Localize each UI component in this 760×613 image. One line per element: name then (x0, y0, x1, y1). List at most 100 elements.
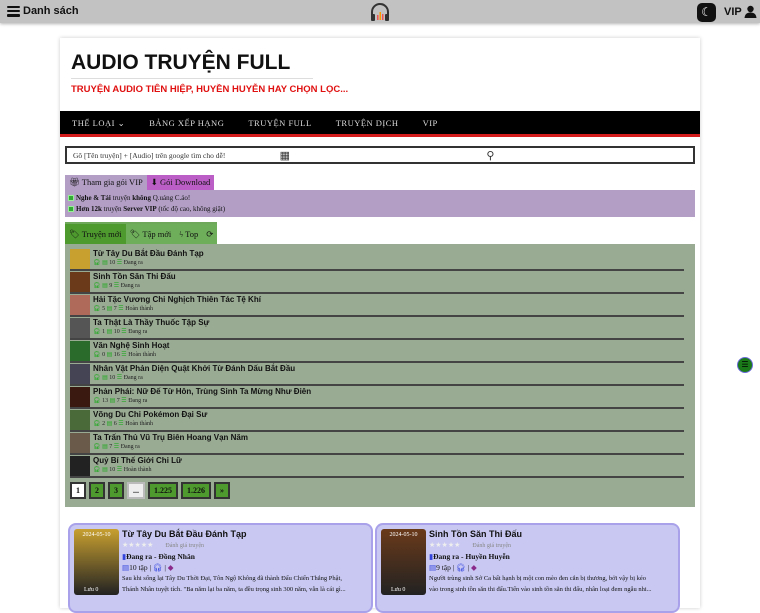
list-icon: ☰ (121, 329, 127, 335)
story-title[interactable]: Võng Du Chi Pokémon Đại Sư (93, 410, 207, 420)
vip-account-button[interactable]: VIP (724, 5, 757, 18)
listen-count: 2 (102, 421, 106, 427)
headphones-icon[interactable]: 🎧︎ (153, 563, 163, 572)
list-icon: ☰ (113, 283, 120, 289)
vip-note: Nghe & Tải truyện không Q.uảng C.áo! (68, 193, 692, 204)
story-title[interactable]: Sinh Tồn Săn Thi Đấu (93, 272, 176, 282)
list-icon: ☰ (116, 467, 123, 473)
headphones-icon[interactable]: 🎧︎ (456, 563, 466, 572)
story-list-item[interactable]: Phản Phái: Nữ Đế Từ Hôn, Trùng Sinh Ta M… (70, 386, 684, 409)
tab-new-stories[interactable]: 🏷︎ Truyện mới (65, 224, 126, 244)
page-button[interactable]: » (214, 482, 230, 499)
file-icon: ▤ (102, 444, 108, 450)
nav-truyen-dich[interactable]: TRUYỆN DỊCH (324, 111, 411, 134)
card-title[interactable]: Sinh Tồn Săn Thi Đấu (429, 529, 674, 540)
tab-new-episodes[interactable]: 🏷︎ Tập mới (125, 224, 176, 244)
story-thumbnail[interactable] (70, 294, 90, 315)
story-list-item[interactable]: Ta Trấn Thủ Vũ Trụ Biên Hoang Vạn Năm 🎧︎… (70, 432, 684, 455)
story-thumbnail[interactable] (70, 386, 90, 407)
story-title[interactable]: Văn Nghệ Sinh Hoạt (93, 341, 169, 351)
card-title[interactable]: Từ Tây Du Bắt Đầu Đánh Tạp (122, 529, 367, 540)
story-list-item[interactable]: Võng Du Chi Pokémon Đại Sư 🎧︎ 2 ▤ 6 ☰ Ho… (70, 409, 684, 432)
headphones-icon: 🎧︎ (93, 467, 101, 473)
list-icon: ☰ (116, 260, 123, 266)
story-thumbnail[interactable] (70, 248, 90, 269)
check-icon (68, 195, 74, 202)
story-list-item[interactable]: Ta Thật Là Thầy Thuốc Tập Sự 🎧︎ 1 ▤ 10 ☰… (70, 317, 684, 340)
dark-mode-toggle[interactable]: ☾ (697, 3, 716, 22)
nav-the-loai[interactable]: THỂ LOẠI ⌄ (60, 111, 137, 134)
search-input[interactable]: Gõ [Tên truyện] + [Audio] trên google tì… (65, 146, 695, 164)
headphones-icon: 🎧︎ (93, 260, 101, 266)
page-button[interactable]: 1.225 (148, 482, 178, 499)
rating-stars[interactable]: ★★★★★ Đánh giá truyện (429, 540, 674, 551)
story-title[interactable]: Ta Trấn Thủ Vũ Trụ Biên Hoang Vạn Năm (93, 433, 248, 443)
story-title[interactable]: Quỷ Bí Thế Giới Chi Lữ (93, 456, 182, 466)
story-list-item[interactable]: Hải Tặc Vương Chi Nghịch Thiên Tác Tệ Kh… (70, 294, 684, 317)
story-meta: 🎧︎ ▤ 10 ☰ Đang ra (93, 374, 295, 383)
list-icon: ☰ (741, 360, 749, 369)
page-button[interactable]: 3 (108, 482, 124, 499)
tab-top[interactable]: ϟ Top (175, 224, 203, 244)
story-thumbnail[interactable] (70, 271, 90, 292)
save-count[interactable]: Lưu 0 (391, 587, 405, 593)
headphones-logo-icon[interactable] (369, 1, 391, 23)
file-icon: ▤ (102, 283, 108, 289)
story-title[interactable]: Từ Tây Du Bắt Đầu Đánh Tạp (93, 249, 204, 259)
rating-stars[interactable]: ★★★★★ Đánh giá truyện (122, 540, 367, 551)
page-button[interactable]: 1.226 (181, 482, 211, 499)
story-title[interactable]: Nhân Vật Phản Diện Quật Khởi Từ Đánh Dấu… (93, 364, 295, 374)
tab-label: Truyện mới (81, 229, 122, 239)
story-list-item[interactable]: Nhân Vật Phản Diện Quật Khởi Từ Đánh Dấu… (70, 363, 684, 386)
story-list-item[interactable]: Từ Tây Du Bắt Đầu Đánh Tạp 🎧︎ ▤ 10 ☰ Đan… (70, 248, 684, 271)
list-icon: ☰ (116, 375, 123, 381)
story-cover[interactable]: 2024-05-10 Lưu 0 (381, 529, 426, 595)
page-button[interactable]: 2 (89, 482, 105, 499)
headphones-icon: 🎧︎ (93, 329, 101, 335)
nav-bang-xep-hang[interactable]: BẢNG XẾP HẠNG (137, 111, 236, 134)
story-thumbnail[interactable] (70, 409, 90, 430)
rating-label: Đánh giá truyện (472, 543, 512, 549)
list-icon: ☰ (118, 306, 124, 312)
story-title[interactable]: Phản Phái: Nữ Đế Từ Hôn, Trùng Sinh Ta M… (93, 387, 311, 397)
site-title[interactable]: AUDIO TRUYỆN FULL (71, 51, 290, 75)
search-icon[interactable]: ⚲ (486, 149, 687, 162)
story-thumbnail[interactable] (70, 363, 90, 384)
story-meta: 🎧︎ ▤ 7 ☰ Đang ra (93, 443, 248, 452)
story-thumbnail[interactable] (70, 317, 90, 338)
story-title[interactable]: Ta Thật Là Thầy Thuốc Tập Sự (93, 318, 209, 328)
story-list-item[interactable]: Quỷ Bí Thế Giới Chi Lữ 🎧︎ ▤ 10 ☰ Hoàn th… (70, 455, 684, 478)
main-nav: THỂ LOẠI ⌄ BẢNG XẾP HẠNG TRUYỆN FULL TRU… (60, 111, 700, 137)
refresh-button[interactable]: ⟳ (202, 224, 218, 244)
story-meta: 🎧︎ 0 ▤ 16 ☰ Hoàn thành (93, 351, 169, 360)
nav-truyen-full[interactable]: TRUYỆN FULL (236, 111, 323, 134)
story-list-item[interactable]: Văn Nghệ Sinh Hoạt 🎧︎ 0 ▤ 16 ☰ Hoàn thàn… (70, 340, 684, 363)
vip-label: VIP (724, 5, 742, 18)
story-title[interactable]: Hải Tặc Vương Chi Nghịch Thiên Tác Tệ Kh… (93, 295, 261, 305)
file-icon: ▤ (106, 421, 113, 427)
floating-menu-button[interactable]: ☰ (737, 357, 753, 373)
tab-label: Gói Download (160, 177, 211, 187)
listen-count: 1 (102, 329, 106, 335)
tag-icon: 🏷︎ (69, 229, 82, 239)
menu-button[interactable]: Danh sách (7, 5, 79, 17)
headphones-icon: 🎧︎ (93, 421, 101, 427)
story-status: Đang ra (120, 444, 140, 450)
gem-icon[interactable]: ◆ (471, 563, 477, 572)
story-thumbnail[interactable] (70, 340, 90, 361)
tab-download-package[interactable]: ⬇ Gói Download (146, 175, 215, 190)
save-count[interactable]: Lưu 0 (84, 587, 98, 593)
story-status: Đang ra (123, 375, 143, 381)
gem-icon[interactable]: ◆ (168, 563, 174, 572)
status-genre: Đang ra - Đồng Nhân (126, 552, 195, 561)
chapter-count: 9 (109, 283, 113, 289)
tab-label: Tham gia gói VIP (81, 177, 143, 187)
story-list-item[interactable]: Sinh Tồn Săn Thi Đấu 🎧︎ ▤ 9 ☰ Đang ra (70, 271, 684, 294)
story-thumbnail[interactable] (70, 432, 90, 453)
calendar-icon[interactable]: ▦ (280, 149, 481, 162)
tab-join-vip[interactable]: 🎁︎ Tham gia gói VIP (65, 175, 147, 190)
nav-vip[interactable]: VIP (411, 111, 450, 134)
story-cover[interactable]: 2024-05-10 Lưu 0 (74, 529, 119, 595)
page-button[interactable]: 1 (70, 482, 86, 499)
story-thumbnail[interactable] (70, 455, 90, 476)
